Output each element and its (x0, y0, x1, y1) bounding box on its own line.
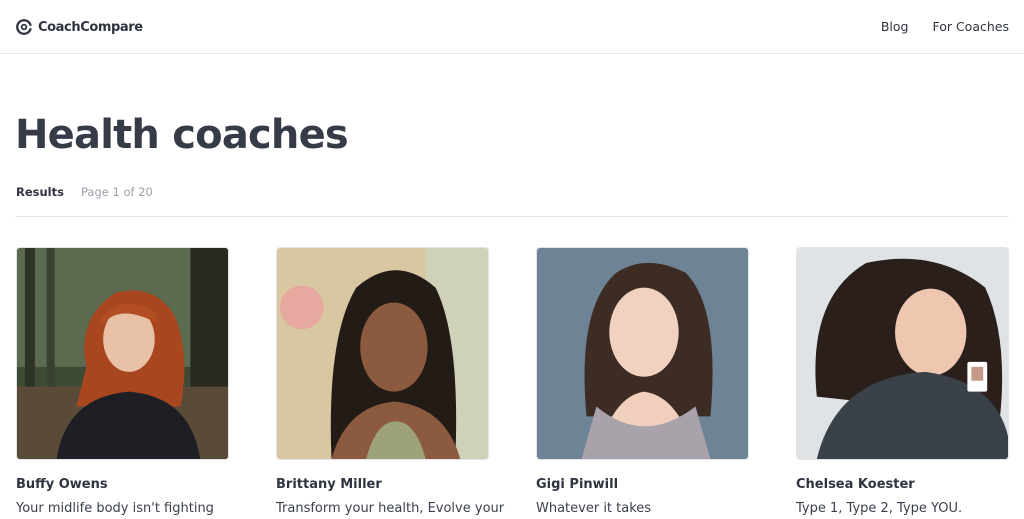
coach-card[interactable]: Chelsea Koester Type 1, Type 2, Type YOU… (796, 247, 1009, 516)
nav-link-for-coaches[interactable]: For Coaches (932, 19, 1009, 34)
coach-tagline: Type 1, Type 2, Type YOU. (796, 501, 963, 516)
results-label: Results (16, 185, 64, 199)
coach-photo[interactable] (16, 247, 229, 460)
coach-card[interactable]: Gigi Pinwill Whatever it takes (536, 247, 749, 516)
coach-tagline: Your midlife body isn't fighting (16, 501, 214, 516)
divider (15, 216, 1009, 217)
logo-link[interactable]: CoachCompare (15, 17, 143, 37)
nav-link-blog[interactable]: Blog (881, 19, 909, 34)
logo-icon (16, 19, 33, 35)
logo-text: CoachCompare (38, 19, 143, 35)
coach-tagline: Whatever it takes (536, 501, 652, 516)
coach-card[interactable]: Brittany Miller Transform your health, E… (276, 247, 505, 516)
results-summary: Results Page 1 of 20 (16, 185, 153, 199)
page-title: Health coaches (15, 112, 349, 158)
coach-photo[interactable] (536, 247, 749, 460)
pagination-info: Page 1 of 20 (80, 185, 153, 199)
top-navigation-bar: CoachCompare Blog For Coaches (0, 0, 1024, 54)
coach-name[interactable]: Chelsea Koester (796, 477, 1009, 492)
main-nav: Blog For Coaches (881, 19, 1009, 34)
coach-card[interactable]: Buffy Owens Your midlife body isn't figh… (16, 247, 229, 516)
coach-photo[interactable] (796, 247, 1009, 460)
coach-photo[interactable] (276, 247, 489, 460)
coach-tagline: Transform your health, Evolve your (276, 501, 505, 516)
coach-name[interactable]: Gigi Pinwill (536, 477, 749, 492)
coach-name[interactable]: Brittany Miller (276, 477, 489, 492)
coach-name[interactable]: Buffy Owens (16, 477, 229, 492)
